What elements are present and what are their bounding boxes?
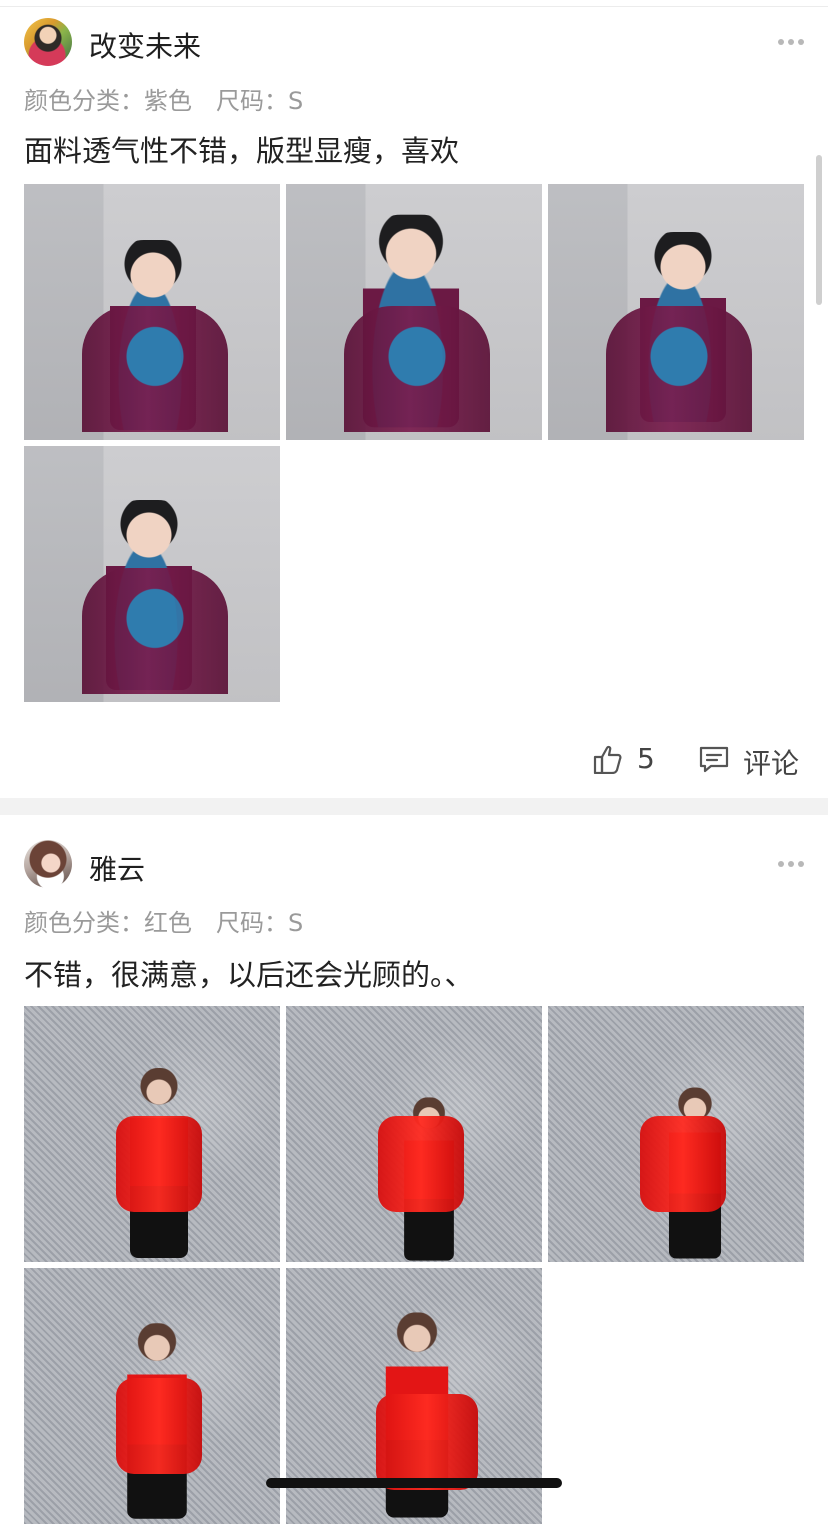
size-value: S [288, 87, 304, 115]
review-actions: 5 评论 [0, 730, 828, 784]
size-value: S [288, 909, 304, 937]
color-value: 红色 [144, 909, 192, 937]
review-text: 不错，很满意，以后还会光顾的。、 [24, 958, 474, 992]
size-label: 尺码： [216, 87, 288, 115]
review-separator [0, 798, 828, 815]
like-count[interactable]: 5 [637, 742, 655, 775]
user-avatar[interactable] [24, 18, 72, 66]
review-photo-grid [24, 1006, 804, 1524]
more-icon[interactable] [778, 38, 804, 46]
review-photo[interactable] [24, 184, 280, 440]
review-photo[interactable] [286, 184, 542, 440]
color-label: 颜色分类： [24, 87, 144, 115]
comment-button-label[interactable]: 评论 [743, 742, 799, 782]
top-divider [0, 6, 828, 7]
review-text: 面料透气性不错，版型显瘦，喜欢 [24, 134, 460, 168]
color-label: 颜色分类： [24, 909, 144, 937]
review-photo[interactable] [24, 1006, 280, 1262]
user-avatar[interactable] [24, 840, 72, 888]
review-photo[interactable] [24, 446, 280, 702]
thumbs-up-icon[interactable] [592, 744, 624, 774]
product-options: 颜色分类：紫色 尺码：S [24, 81, 303, 116]
review-photo[interactable] [286, 1006, 542, 1262]
size-label: 尺码： [216, 909, 288, 937]
review-card: 雅云 颜色分类：红色 尺码：S 不错，很满意，以后还会光顾的。、 [0, 815, 828, 1524]
home-indicator[interactable] [266, 1478, 562, 1488]
review-photo[interactable] [548, 184, 804, 440]
review-photo[interactable] [548, 1006, 804, 1262]
review-card: 改变未来 颜色分类：紫色 尺码：S 面料透气性不错，版型显瘦，喜欢 5 评论 [0, 8, 828, 798]
review-photo-grid [24, 184, 804, 702]
reviewer-name[interactable]: 改变未来 [89, 25, 201, 65]
reviewer-name[interactable]: 雅云 [89, 848, 145, 888]
more-icon[interactable] [778, 860, 804, 868]
product-options: 颜色分类：红色 尺码：S [24, 903, 303, 938]
review-photo[interactable] [24, 1268, 280, 1524]
comment-icon[interactable] [698, 744, 730, 774]
scrollbar[interactable] [816, 155, 822, 305]
color-value: 紫色 [144, 87, 192, 115]
